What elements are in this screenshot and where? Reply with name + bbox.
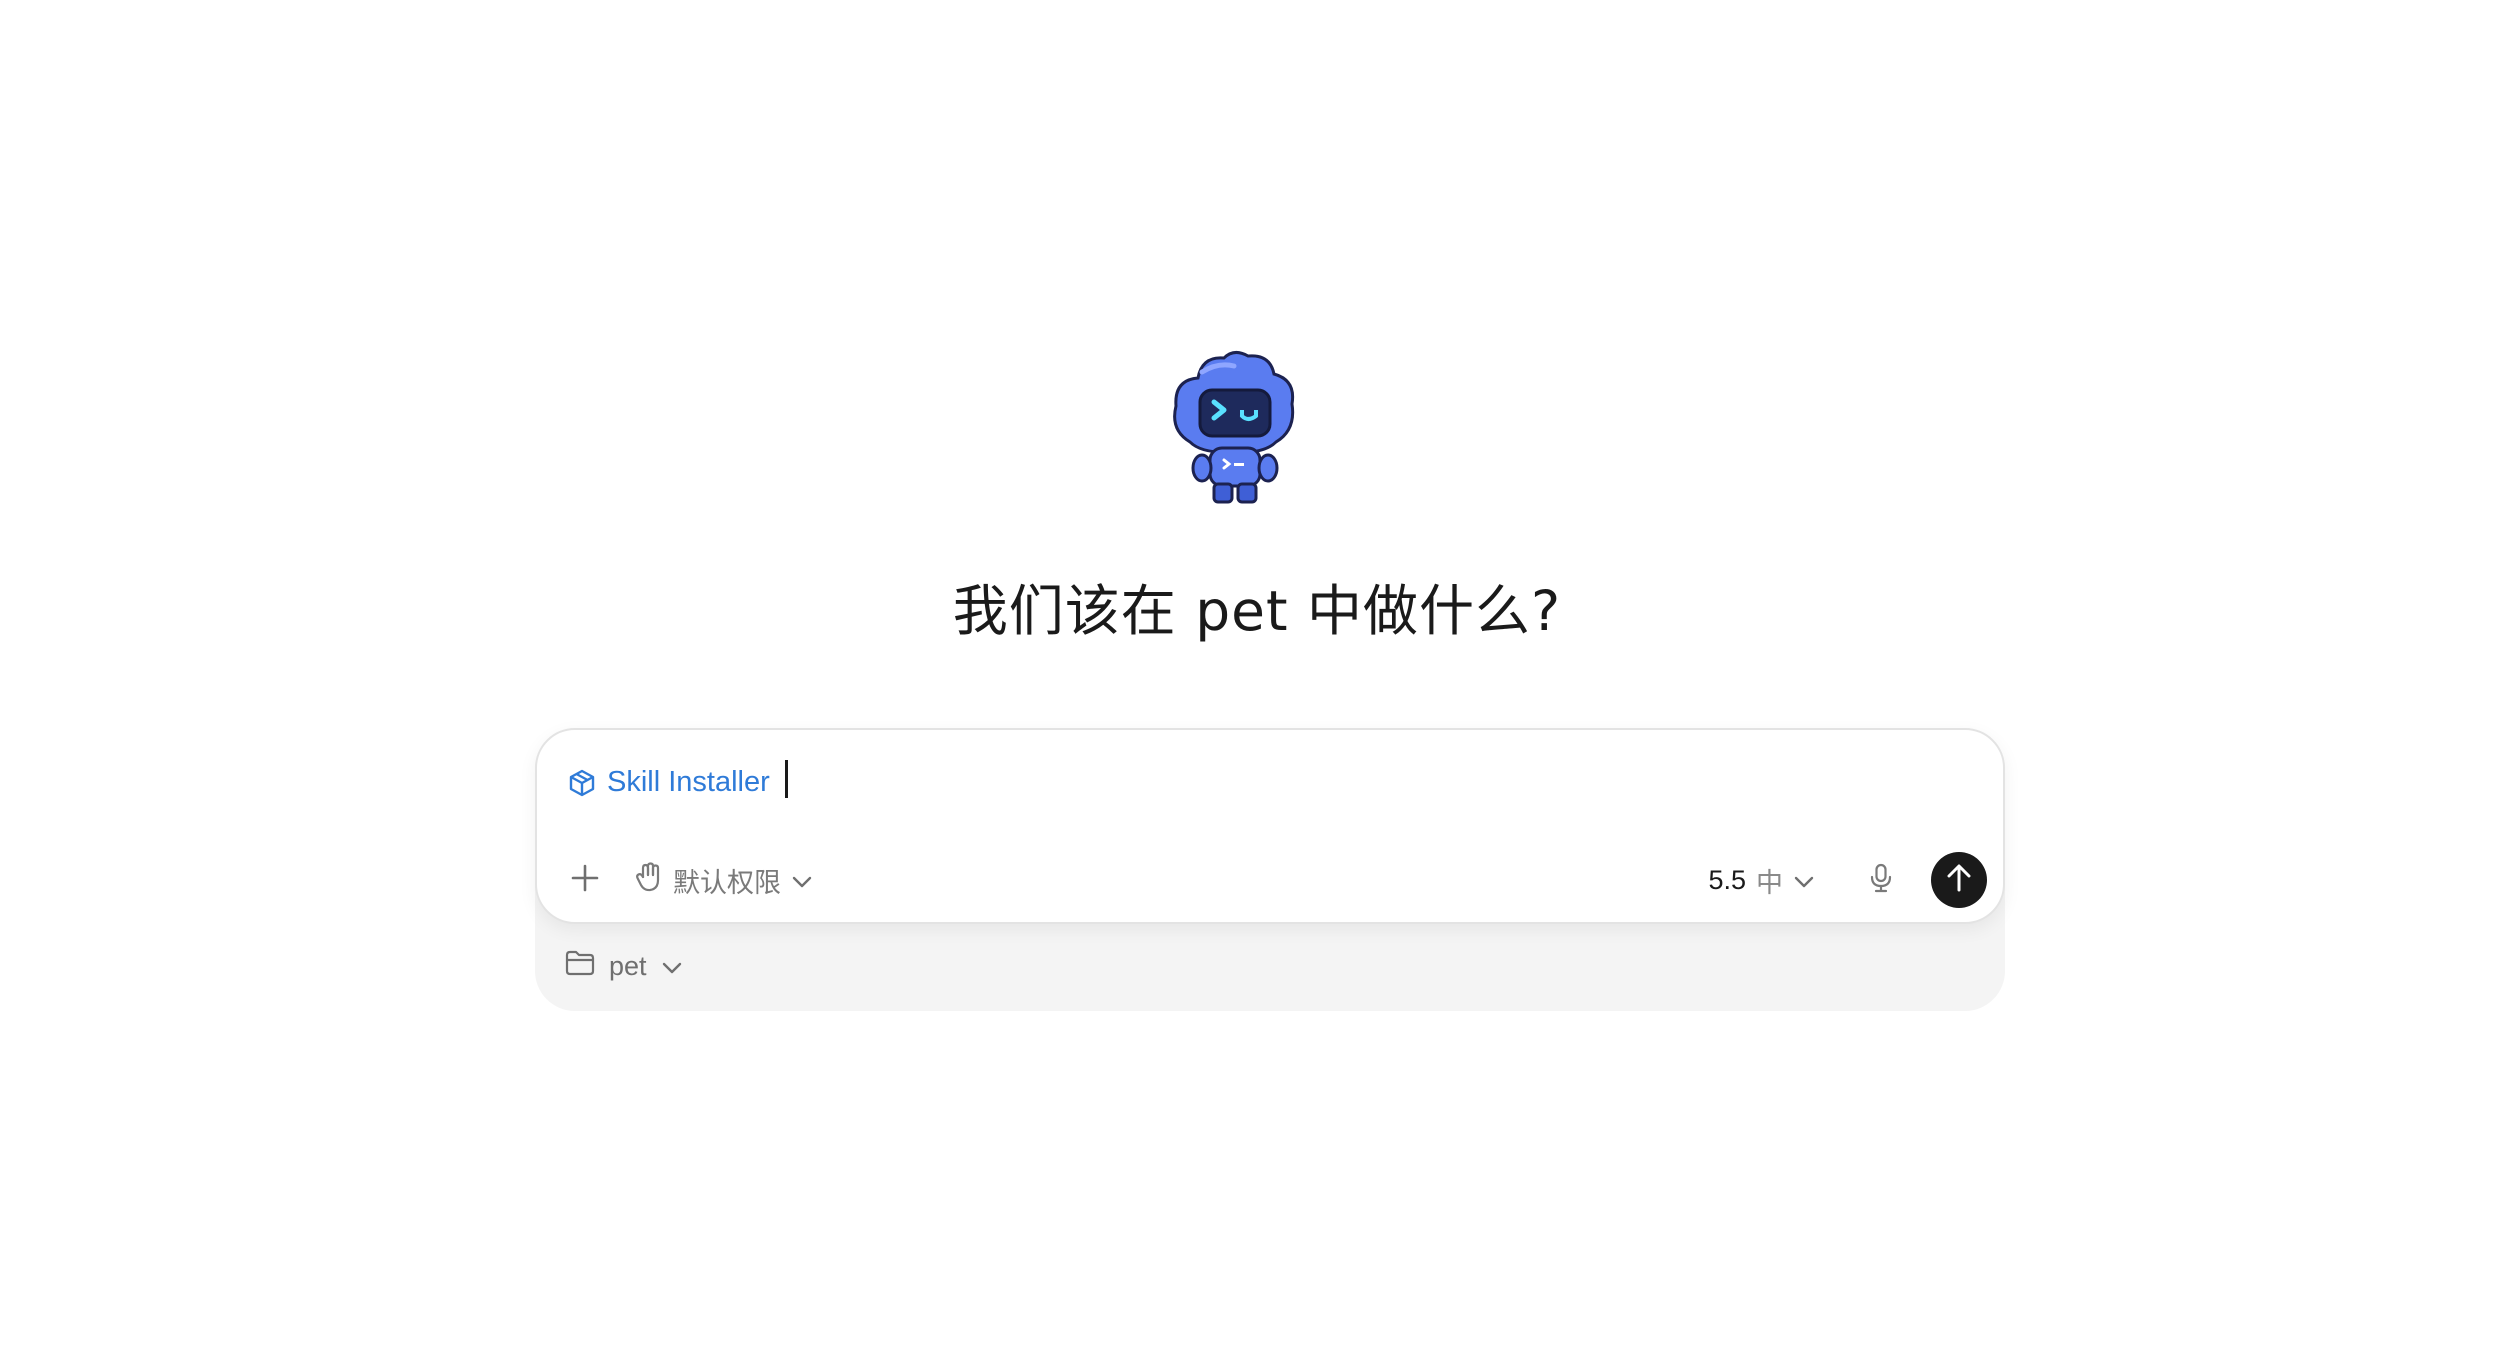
chevron-down-icon [661, 951, 683, 982]
model-selector[interactable]: 5.5 中 [1708, 861, 1815, 900]
skill-chip[interactable]: Skill Installer [569, 766, 770, 799]
skill-label: Skill Installer [607, 766, 770, 798]
robot-mascot-icon [1172, 350, 1296, 504]
chevron-down-icon [1793, 865, 1815, 896]
chevron-down-icon [791, 865, 813, 896]
composer-container: Skill Installer 默认权限 5.5 中 pet [535, 728, 2005, 1011]
arrow-up-icon [1945, 863, 1973, 898]
model-version: 5.5 [1708, 864, 1746, 895]
permission-label: 默认权限 [673, 867, 781, 898]
prompt-input[interactable]: Skill Installer 默认权限 5.5 中 [535, 728, 2005, 924]
voice-input-button[interactable] [1859, 858, 1903, 902]
cube-icon [569, 769, 595, 797]
project-name: pet [609, 951, 647, 981]
text-cursor [785, 760, 788, 798]
app-page: 我们该在 pet 中做什么? Skill Installer 默认权限 5.5 … [0, 0, 2514, 1370]
add-attachment-button[interactable] [563, 858, 607, 902]
hand-icon [635, 861, 663, 899]
page-title: 我们该在 pet 中做什么? [952, 579, 1562, 643]
plus-icon [570, 863, 600, 898]
model-effort: 中 [1756, 867, 1783, 898]
composer-toolbar-right: 5.5 中 [1708, 852, 1987, 908]
project-selector[interactable]: pet [565, 950, 683, 983]
folder-icon [565, 950, 595, 983]
composer-toolbar-left: 默认权限 [563, 858, 813, 902]
permission-dropdown[interactable]: 默认权限 [635, 861, 813, 900]
send-button[interactable] [1931, 852, 1987, 908]
microphone-icon [1869, 863, 1893, 898]
